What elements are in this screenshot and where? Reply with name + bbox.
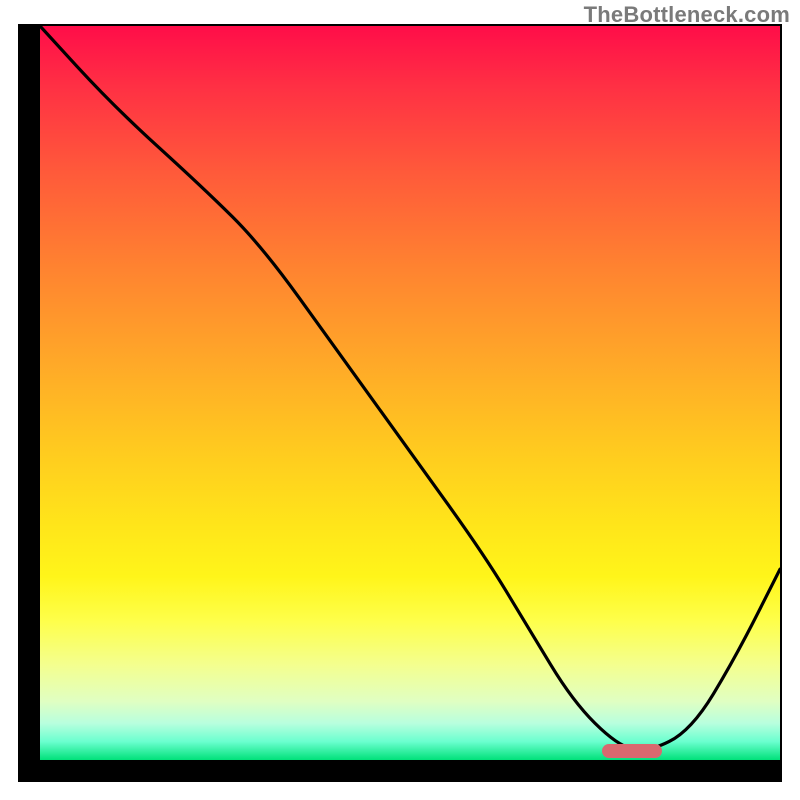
chart-frame: TheBottleneck.com xyxy=(0,0,800,800)
curve-path xyxy=(40,26,780,750)
optimum-marker xyxy=(602,744,661,758)
plot-area xyxy=(40,26,780,760)
axes-area xyxy=(18,24,782,782)
bottleneck-curve xyxy=(40,26,780,760)
